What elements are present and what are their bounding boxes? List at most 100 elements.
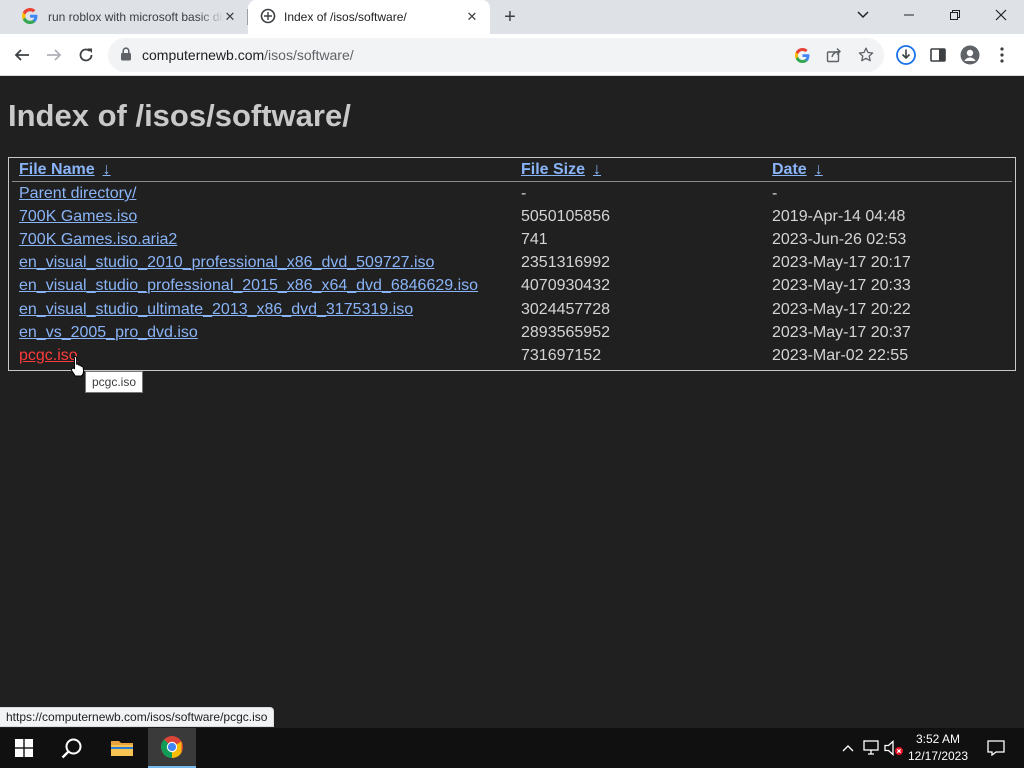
chrome-icon xyxy=(161,736,183,758)
new-tab-button[interactable]: + xyxy=(498,5,522,29)
clock-time: 3:52 AM xyxy=(915,732,961,746)
url-path: /isos/software/ xyxy=(264,47,354,63)
back-arrow-icon xyxy=(14,49,29,61)
search-icon xyxy=(61,738,82,759)
minimize-icon xyxy=(904,14,914,16)
page-title: Index of /isos/software/ xyxy=(8,98,351,133)
chrome-menu-button[interactable] xyxy=(986,39,1018,71)
forward-button[interactable] xyxy=(38,39,70,71)
file-size: 731697152 xyxy=(521,347,602,364)
file-date: 2023-May-17 20:37 xyxy=(772,324,911,341)
file-date: 2023-May-17 20:17 xyxy=(772,254,911,271)
windows-start-icon xyxy=(15,739,33,757)
sort-by-file-name-link[interactable]: File Name ↓ xyxy=(19,161,111,179)
table-row: pcgc.iso 731697152 2023-Mar-02 22:55 xyxy=(9,345,1015,368)
clock-date: 12/17/2023 xyxy=(907,749,969,763)
file-size: 2351316992 xyxy=(521,254,610,271)
tab-search-button[interactable] xyxy=(840,0,886,30)
link-tooltip: pcgc.iso xyxy=(85,371,144,393)
file-size: 741 xyxy=(521,231,548,248)
status-bar-url: https://computernewb.com/isos/software/p… xyxy=(0,707,275,727)
page-icon xyxy=(260,8,276,27)
file-link-hovered[interactable]: pcgc.iso xyxy=(19,347,78,365)
file-explorer-icon xyxy=(111,741,133,756)
file-size: 3024457728 xyxy=(521,301,610,318)
minimize-button[interactable] xyxy=(886,0,932,30)
avatar-icon xyxy=(960,45,980,65)
network-icon[interactable] xyxy=(862,738,882,758)
web-page: Index of /isos/software/ File Name ↓ File… xyxy=(0,77,1024,728)
bookmark-star-icon[interactable] xyxy=(854,43,878,67)
header-label: File Name xyxy=(19,161,95,178)
header-label: Date xyxy=(772,161,807,178)
tab-google-search[interactable]: run roblox with microsoft basic display … xyxy=(8,0,248,34)
windows-taskbar: 3:52 AM 12/17/2023 xyxy=(0,728,1024,768)
side-panel-button[interactable] xyxy=(922,39,954,71)
chrome-taskbar-button[interactable] xyxy=(148,728,196,768)
file-link[interactable]: en_vs_2005_pro_dvd.iso xyxy=(19,324,198,342)
close-icon xyxy=(995,9,1007,21)
tab-index-of-isos-software[interactable]: Index of /isos/software/ ✕ xyxy=(248,0,490,34)
file-size: 4070930432 xyxy=(521,277,610,294)
reload-button[interactable] xyxy=(70,39,102,71)
header-divider xyxy=(12,181,1012,182)
sort-arrow-icon: ↓ xyxy=(102,161,111,178)
volume-muted-icon[interactable] xyxy=(884,738,904,758)
lock-icon[interactable] xyxy=(120,47,132,66)
google-lens-g-icon[interactable] xyxy=(790,43,814,67)
tab-title: run roblox with microsoft basic display … xyxy=(48,10,224,24)
sort-by-file-size-link[interactable]: File Size ↓ xyxy=(521,161,601,179)
forward-arrow-icon xyxy=(47,49,62,61)
file-size: - xyxy=(521,185,527,202)
back-button[interactable] xyxy=(6,39,38,71)
restore-icon xyxy=(950,10,960,20)
chevron-down-icon xyxy=(857,11,869,19)
taskbar-search-button[interactable] xyxy=(48,728,96,768)
sort-arrow-icon: ↓ xyxy=(593,161,602,178)
file-link[interactable]: en_visual_studio_professional_2015_x86_x… xyxy=(19,277,478,295)
tab-title: Index of /isos/software/ xyxy=(284,10,407,24)
parent-directory-link[interactable]: Parent directory/ xyxy=(19,185,136,203)
close-window-button[interactable] xyxy=(978,0,1024,30)
show-hidden-icons-chevron-icon[interactable] xyxy=(838,738,858,758)
file-explorer-button[interactable] xyxy=(98,728,146,768)
reload-icon xyxy=(79,48,93,62)
browser-toolbar: computernewb.com/isos/software/ xyxy=(0,34,1024,76)
system-clock[interactable]: 3:52 AM 12/17/2023 xyxy=(904,731,972,765)
file-date: 2019-Apr-14 04:48 xyxy=(772,208,906,225)
hand-pointer-cursor-icon xyxy=(70,355,86,382)
action-center-button[interactable] xyxy=(976,728,1016,768)
file-link[interactable]: 700K Games.iso xyxy=(19,208,137,226)
sort-arrow-icon: ↓ xyxy=(814,161,823,178)
table-row: Parent directory/ - - xyxy=(9,183,1015,206)
file-link[interactable]: 700K Games.iso.aria2 xyxy=(19,231,177,249)
tab-strip: run roblox with microsoft basic display … xyxy=(0,0,1024,34)
sort-by-date-link[interactable]: Date ↓ xyxy=(772,161,823,179)
table-row: en_visual_studio_2010_professional_x86_d… xyxy=(9,252,1015,275)
header-label: File Size xyxy=(521,161,586,178)
file-link[interactable]: en_visual_studio_2010_professional_x86_d… xyxy=(19,254,434,272)
restore-button[interactable] xyxy=(932,0,978,30)
file-date: 2023-May-17 20:22 xyxy=(772,301,911,318)
file-size: 2893565952 xyxy=(521,324,610,341)
table-row: en_vs_2005_pro_dvd.iso 2893565952 2023-M… xyxy=(9,322,1015,345)
share-icon[interactable] xyxy=(822,43,846,67)
table-row: en_visual_studio_professional_2015_x86_x… xyxy=(9,275,1015,298)
table-row: 700K Games.iso 5050105856 2019-Apr-14 04… xyxy=(9,206,1015,229)
file-link[interactable]: en_visual_studio_ultimate_2013_x86_dvd_3… xyxy=(19,301,413,319)
profile-button[interactable] xyxy=(954,39,986,71)
close-tab-icon[interactable]: ✕ xyxy=(464,9,480,25)
file-date: 2023-Jun-26 02:53 xyxy=(772,231,907,248)
url-text[interactable]: computernewb.com/isos/software/ xyxy=(142,47,354,63)
url-domain: computernewb.com xyxy=(142,47,265,63)
close-tab-icon[interactable]: ✕ xyxy=(222,9,238,25)
file-date: 2023-May-17 20:33 xyxy=(772,277,911,294)
file-date: 2023-Mar-02 22:55 xyxy=(772,347,909,364)
kebab-menu-icon xyxy=(1000,47,1004,63)
downloads-button[interactable] xyxy=(890,39,922,71)
table-row: 700K Games.iso.aria2 741 2023-Jun-26 02:… xyxy=(9,229,1015,252)
download-icon xyxy=(896,45,916,65)
address-bar[interactable]: computernewb.com/isos/software/ xyxy=(108,38,884,72)
directory-listing-table: File Name ↓ File Size ↓ Date ↓ Parent direc… xyxy=(8,157,1016,371)
start-button[interactable] xyxy=(0,728,48,768)
